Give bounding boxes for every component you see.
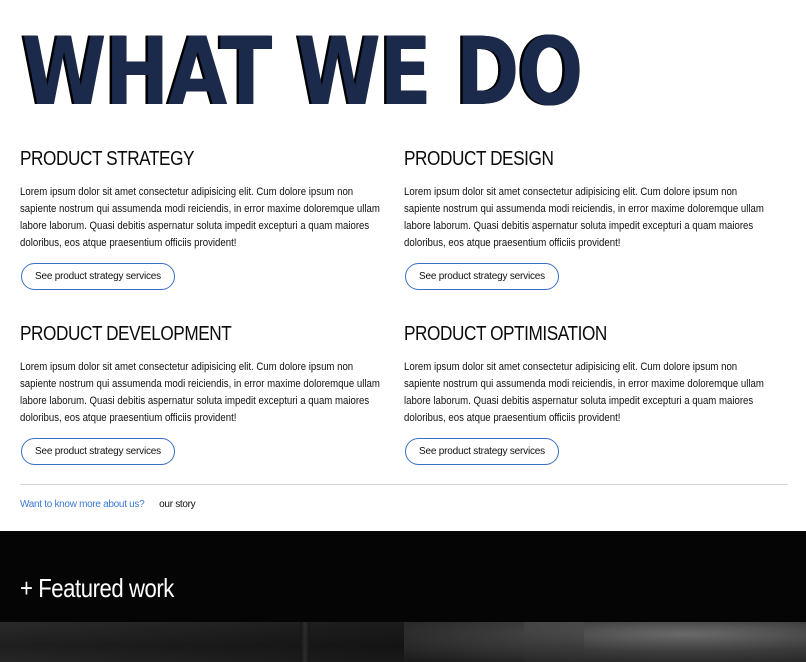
service-product-strategy: PRODUCT STRATEGY Lorem ipsum dolor sit a… [20,148,382,290]
know-more-link[interactable]: Want to know more about us? [20,499,145,510]
service-title: PRODUCT STRATEGY [20,148,195,170]
featured-thumbnail[interactable] [404,622,806,662]
about-links-row: Want to know more about us? our story [20,499,196,510]
service-description: Lorem ipsum dolor sit amet consectetur a… [20,186,380,249]
page: WHAT WE DO PRODUCT STRATEGY Lorem ipsum … [0,0,806,662]
service-product-optimisation: PRODUCT OPTIMISATION Lorem ipsum dolor s… [404,323,766,465]
service-title: PRODUCT OPTIMISATION [404,323,607,345]
service-description: Lorem ipsum dolor sit amet consectetur a… [404,186,764,249]
see-services-button[interactable]: See product strategy services [21,438,175,465]
featured-work-heading: + Featured work [20,573,174,603]
our-story-link[interactable]: our story [159,499,196,510]
service-product-development: PRODUCT DEVELOPMENT Lorem ipsum dolor si… [20,323,382,465]
service-title: PRODUCT DESIGN [404,148,554,170]
service-product-design: PRODUCT DESIGN Lorem ipsum dolor sit ame… [404,148,766,290]
page-title: WHAT WE DO [20,18,582,127]
service-description: Lorem ipsum dolor sit amet consectetur a… [404,361,764,424]
section-divider [20,484,788,485]
service-title: PRODUCT DEVELOPMENT [20,323,232,345]
service-description: Lorem ipsum dolor sit amet consectetur a… [20,361,380,424]
see-services-button[interactable]: See product strategy services [405,263,559,290]
featured-thumbnails [0,622,806,662]
see-services-button[interactable]: See product strategy services [21,263,175,290]
see-services-button[interactable]: See product strategy services [405,438,559,465]
featured-work-section: + Featured work [0,531,806,662]
featured-thumbnail[interactable] [0,622,404,662]
